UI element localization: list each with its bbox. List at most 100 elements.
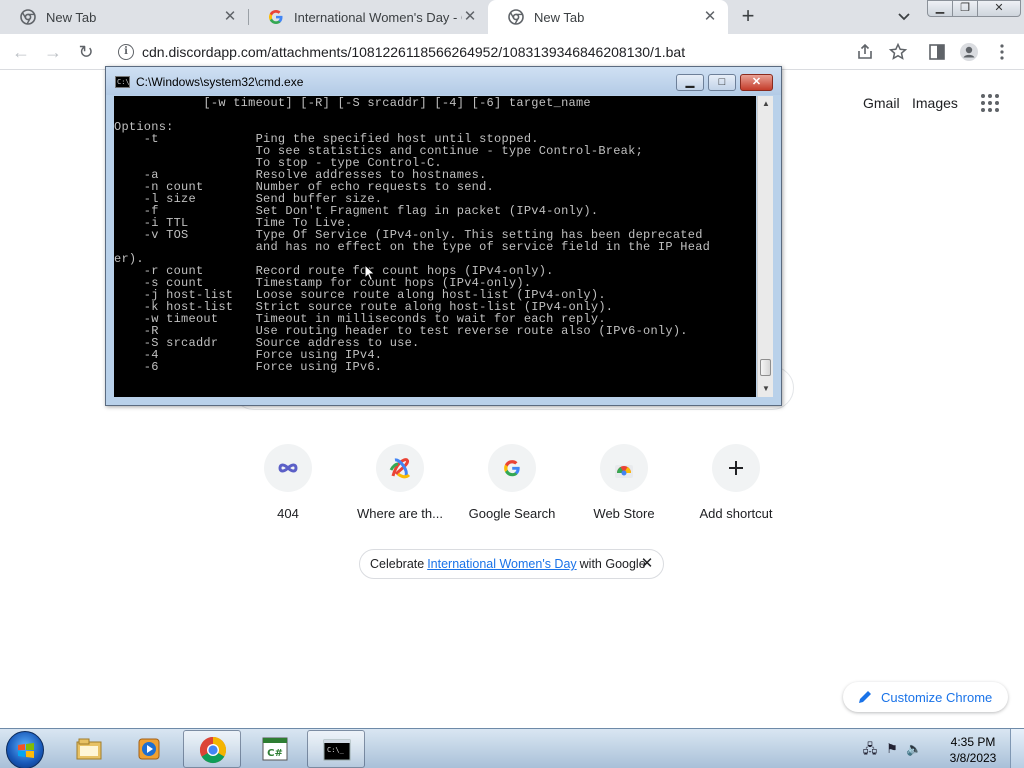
taskbar-clock[interactable]: 4:35 PM 3/8/2023 bbox=[946, 734, 1000, 766]
clock-time: 4:35 PM bbox=[950, 735, 996, 749]
shortcut-404[interactable]: 404 bbox=[232, 444, 344, 534]
windows-taskbar: C# C:\_ 🖧 ⚑ 🔈 4:35 PM 3/8/2023 bbox=[0, 728, 1024, 768]
google-apps-icon[interactable] bbox=[981, 94, 999, 112]
womens-day-promo: Celebrate International Women's Day with… bbox=[359, 549, 664, 579]
google-g-icon bbox=[269, 10, 283, 24]
promo-link[interactable]: International Women's Day bbox=[427, 557, 576, 571]
cmd-maximize-button[interactable]: □ bbox=[708, 74, 736, 91]
tab-strip: New Tab ✕ International Women's Day - Go… bbox=[0, 0, 1024, 34]
back-button[interactable]: ← bbox=[10, 41, 32, 63]
pencil-icon bbox=[859, 691, 871, 703]
console-text: [-w timeout] [-R] [-S srcaddr] [-4] [-6]… bbox=[114, 96, 711, 374]
forward-button[interactable]: → bbox=[42, 41, 64, 63]
svg-text:C:\_: C:\_ bbox=[327, 746, 345, 754]
windows-logo-icon bbox=[18, 743, 34, 758]
scrollbar-thumb[interactable] bbox=[760, 359, 771, 376]
shortcut-icon-circle bbox=[488, 444, 536, 492]
network-icon[interactable]: 🖧 bbox=[862, 741, 878, 757]
new-tab-button[interactable]: + bbox=[736, 5, 760, 29]
tab-womens-day[interactable]: International Women's Day - Goo ✕ bbox=[248, 0, 488, 34]
bookmark-star-icon[interactable] bbox=[888, 42, 908, 62]
chrome-icon bbox=[199, 736, 227, 764]
cmd-window[interactable]: C:\ C:\Windows\system32\cmd.exe ▁ □ ✕ [-… bbox=[105, 66, 782, 406]
shortcut-label: Google Search bbox=[468, 506, 556, 521]
shortcut-icon-circle bbox=[264, 444, 312, 492]
colorful-ribbon-icon bbox=[389, 458, 411, 479]
window-close-button[interactable]: ✕ bbox=[977, 0, 1021, 17]
minimize-icon: ▁ bbox=[685, 76, 695, 88]
console-scrollbar[interactable]: ▲ ▼ bbox=[757, 96, 773, 397]
address-bar[interactable]: i cdn.discordapp.com/attachments/1081226… bbox=[112, 37, 920, 67]
mouse-cursor-icon bbox=[364, 264, 376, 282]
tab-title: New Tab bbox=[534, 9, 585, 25]
scroll-down-icon[interactable]: ▼ bbox=[758, 381, 774, 397]
chevron-down-icon[interactable] bbox=[893, 8, 915, 26]
cmd-close-button[interactable]: ✕ bbox=[740, 74, 773, 91]
taskbar-csharp-editor[interactable]: C# bbox=[246, 730, 304, 768]
taskbar-chrome[interactable] bbox=[183, 730, 241, 768]
close-icon[interactable]: ✕ bbox=[639, 556, 655, 572]
side-panel-icon[interactable] bbox=[927, 42, 947, 62]
chrome-icon bbox=[508, 9, 524, 25]
images-link[interactable]: Images bbox=[912, 95, 958, 111]
show-desktop-button[interactable] bbox=[1010, 729, 1024, 768]
shortcut-label: Web Store bbox=[593, 506, 655, 521]
close-icon[interactable]: ✕ bbox=[702, 9, 718, 25]
web-store-icon bbox=[615, 465, 633, 478]
clock-date: 3/8/2023 bbox=[949, 751, 997, 765]
shortcut-where-are-th[interactable]: Where are th... bbox=[344, 444, 456, 534]
shortcut-add[interactable]: Add shortcut bbox=[680, 444, 792, 534]
console-output-area[interactable]: [-w timeout] [-R] [-S srcaddr] [-4] [-6]… bbox=[114, 96, 756, 397]
shortcut-google-search[interactable]: Google Search bbox=[456, 444, 568, 534]
tab-title: International Women's Day - Goo bbox=[294, 9, 462, 25]
url-text[interactable]: cdn.discordapp.com/attachments/108122611… bbox=[142, 44, 685, 60]
plus-icon bbox=[729, 461, 743, 475]
shortcut-label: 404 bbox=[277, 506, 299, 521]
taskbar-cmd[interactable]: C:\_ bbox=[307, 730, 365, 768]
browser-toolbar: ← → ↻ i cdn.discordapp.com/attachments/1… bbox=[0, 34, 1024, 70]
explorer-icon bbox=[76, 738, 102, 760]
shortcut-icon-circle bbox=[712, 444, 760, 492]
tab-title: New Tab bbox=[46, 9, 97, 25]
volume-icon[interactable]: 🔈 bbox=[906, 741, 922, 757]
chrome-icon bbox=[20, 9, 36, 25]
cmd-icon: C:\ bbox=[115, 76, 130, 88]
info-icon[interactable]: i bbox=[118, 44, 134, 60]
csharp-icon: C# bbox=[262, 737, 288, 761]
cmd-icon: C:\_ bbox=[323, 739, 351, 761]
google-g-icon bbox=[504, 460, 520, 477]
shortcut-icon-circle bbox=[376, 444, 424, 492]
more-vert-icon[interactable] bbox=[992, 42, 1012, 62]
reload-button[interactable]: ↻ bbox=[75, 41, 97, 63]
window-minimize-button[interactable]: ▁ bbox=[927, 0, 953, 17]
cmd-minimize-button[interactable]: ▁ bbox=[676, 74, 704, 91]
profile-avatar-icon[interactable] bbox=[959, 42, 979, 62]
cmd-titlebar[interactable]: C:\ C:\Windows\system32\cmd.exe ▁ □ ✕ bbox=[106, 67, 781, 95]
window-restore-button[interactable]: ❐ bbox=[952, 0, 978, 17]
taskbar-explorer[interactable] bbox=[60, 730, 118, 768]
promo-suffix: with Google bbox=[579, 557, 646, 571]
gmail-link[interactable]: Gmail bbox=[863, 95, 900, 111]
infinity-icon bbox=[278, 463, 298, 473]
maximize-icon: □ bbox=[718, 76, 726, 88]
cmd-window-title: C:\Windows\system32\cmd.exe bbox=[136, 75, 304, 89]
taskbar-media-player[interactable] bbox=[120, 730, 178, 768]
close-icon[interactable]: ✕ bbox=[222, 9, 238, 25]
customize-chrome-button[interactable]: Customize Chrome bbox=[843, 682, 1008, 712]
tab-new-tab-1[interactable]: New Tab ✕ bbox=[0, 0, 248, 34]
system-tray: 🖧 ⚑ 🔈 bbox=[862, 739, 922, 759]
shortcut-label: Where are th... bbox=[357, 506, 443, 521]
shortcut-label: Add shortcut bbox=[699, 506, 773, 521]
scroll-up-icon[interactable]: ▲ bbox=[758, 96, 774, 112]
media-player-icon bbox=[138, 738, 160, 760]
shortcut-icon-circle bbox=[600, 444, 648, 492]
shortcut-web-store[interactable]: Web Store bbox=[568, 444, 680, 534]
share-icon[interactable] bbox=[855, 42, 875, 62]
close-icon: ✕ bbox=[994, 2, 1004, 14]
close-icon: ✕ bbox=[751, 76, 762, 88]
action-center-flag-icon[interactable]: ⚑ bbox=[884, 741, 900, 757]
customize-label: Customize Chrome bbox=[881, 689, 993, 705]
start-button[interactable] bbox=[6, 731, 44, 768]
tab-new-tab-active[interactable]: New Tab ✕ bbox=[488, 0, 728, 34]
close-icon[interactable]: ✕ bbox=[462, 9, 478, 25]
